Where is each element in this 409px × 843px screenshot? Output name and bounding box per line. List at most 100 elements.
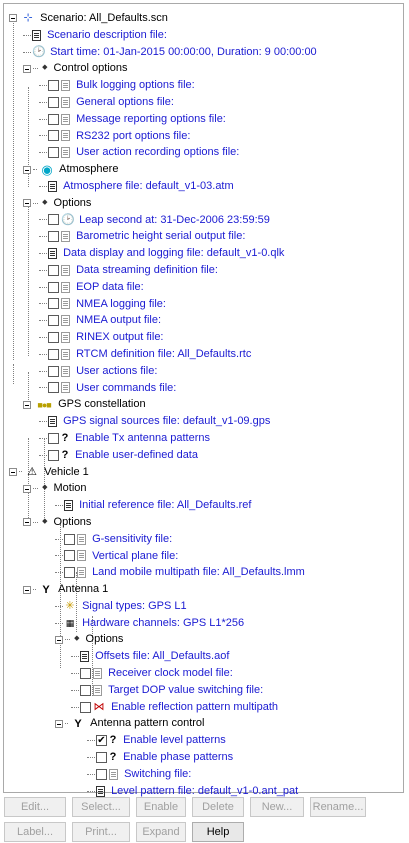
collapse-icon[interactable] [23,518,31,527]
tree-node-scenario[interactable]: ⊹ Scenario: All_Defaults.scn [9,10,403,27]
checkbox[interactable] [96,768,107,780]
tree-node-eop[interactable]: EOP data file: [9,279,403,296]
tree-node-message-reporting[interactable]: Message reporting options file: [9,111,403,128]
tree-node-rs232[interactable]: RS232 port options file: [9,128,403,145]
tree-node-rtcm[interactable]: RTCM definition file: All_Defaults.rtc [9,346,403,363]
checkbox[interactable] [48,382,59,394]
edit-button[interactable]: Edit... [4,797,66,817]
tree-node-bulk-logging[interactable]: Bulk logging options file: [9,77,403,94]
help-button[interactable]: Help [192,822,244,842]
tree-node-initial-reference[interactable]: Initial reference file: All_Defaults.ref [9,497,403,514]
collapse-icon[interactable] [23,199,31,208]
checkbox[interactable] [96,751,107,763]
warning-triangle-icon: ⚠ [27,465,37,478]
collapse-icon[interactable] [9,467,17,476]
checkbox[interactable] [80,701,91,713]
collapse-icon[interactable] [23,165,31,174]
print-button[interactable]: Print... [72,822,130,842]
collapse-icon[interactable] [23,400,31,409]
tree-node-control-options[interactable]: ◆ Control options [9,60,403,77]
tree-node-rinex[interactable]: RINEX output file: [9,329,403,346]
file-icon [48,248,57,260]
tree-node-barometric[interactable]: Barometric height serial output file: [9,228,403,245]
tree-node-g-sensitivity[interactable]: G-sensitivity file: [9,531,403,548]
tree-node-vehicle-options[interactable]: ◆ Options [9,514,403,531]
tree-node-antenna-pattern-control[interactable]: Y Antenna pattern control [9,715,403,732]
checkbox[interactable] [48,231,59,243]
checkbox[interactable] [48,432,59,444]
select-button[interactable]: Select... [72,797,130,817]
checkbox[interactable] [48,214,59,226]
tree-node-nmea-output[interactable]: NMEA output file: [9,312,403,329]
tree-node-user-actions[interactable]: User actions file: [9,363,403,380]
tree-node-gps-constellation[interactable]: ■●■ GPS constellation [9,396,403,413]
tree-node-target-dop[interactable]: Target DOP value switching file: [9,682,403,699]
tree-node-reflection-multipath[interactable]: ⋈ Enable reflection pattern multipath [9,699,403,716]
collapse-icon[interactable] [9,14,17,23]
tree-node-atmosphere[interactable]: ◉ Atmosphere [9,161,403,178]
collapse-icon[interactable] [23,484,31,493]
tree-node-scenario-description[interactable]: Scenario description file: [9,27,403,44]
collapse-icon[interactable] [23,64,31,73]
checkbox[interactable] [80,667,91,679]
tree-node-user-action-recording[interactable]: User action recording options file: [9,144,403,161]
checkbox[interactable] [64,533,75,545]
tree-node-signal-types[interactable]: ✳ Signal types: GPS L1 [9,598,403,615]
checkbox[interactable] [48,315,59,327]
tree-node-phase-patterns[interactable]: ? Enable phase patterns [9,749,403,766]
checkbox[interactable] [48,449,59,461]
delete-button[interactable]: Delete [192,797,244,817]
tree-node-tx-patterns[interactable]: ? Enable Tx antenna patterns [9,430,403,447]
checkbox[interactable] [48,348,59,360]
tree-node-antenna-options[interactable]: ◆ Options [9,631,403,648]
tree-node-start-time[interactable]: 🕑 Start time: 01-Jan-2015 00:00:00, Dura… [9,44,403,61]
file-icon [48,416,57,428]
checkbox[interactable] [48,281,59,293]
tree-node-level-patterns[interactable]: ✔? Enable level patterns [9,732,403,749]
tree-node-vertical-plane[interactable]: Vertical plane file: [9,548,403,565]
clock-icon: 🕑 [61,213,75,226]
tree-node-hardware-channels[interactable]: ▦ Hardware channels: GPS L1*256 [9,615,403,632]
label-button[interactable]: Label... [4,822,66,842]
checkbox[interactable] [48,298,59,310]
collapse-icon[interactable] [55,635,63,644]
tree-node-antenna[interactable]: Y Antenna 1 [9,581,403,598]
tree-node-user-defined-data[interactable]: ? Enable user-defined data [9,447,403,464]
tree-node-nmea-logging[interactable]: NMEA logging file: [9,296,403,313]
checkbox[interactable] [48,96,59,108]
checkbox[interactable] [48,147,59,159]
tree-node-data-streaming[interactable]: Data streaming definition file: [9,262,403,279]
checkbox[interactable] [48,264,59,276]
tree-node-options[interactable]: ◆ Options [9,195,403,212]
rename-button[interactable]: Rename... [310,797,366,817]
tree-node-data-display[interactable]: Data display and logging file: default_v… [9,245,403,262]
checkbox[interactable] [48,80,59,92]
new-button[interactable]: New... [250,797,304,817]
checkbox[interactable] [48,365,59,377]
checkbox[interactable] [64,567,75,579]
tree-node-leap-second[interactable]: 🕑 Leap second at: 31-Dec-2006 23:59:59 [9,212,403,229]
checkbox[interactable] [80,684,91,696]
scenario-tree-panel[interactable]: ⊹ Scenario: All_Defaults.scn Scenario de… [3,3,404,797]
tree-node-general-options[interactable]: General options file: [9,94,403,111]
checkbox-checked[interactable]: ✔ [96,735,107,747]
tree-node-land-mobile-multipath[interactable]: Land mobile multipath file: All_Defaults… [9,564,403,581]
checkbox[interactable] [48,113,59,125]
tree-node-receiver-clock[interactable]: Receiver clock model file: [9,665,403,682]
multipath-icon: ⋈ [93,701,105,714]
tree-node-gps-signal-sources[interactable]: GPS signal sources file: default_v1-09.g… [9,413,403,430]
checkbox[interactable] [48,332,59,344]
tree-node-vehicle[interactable]: ⚠ Vehicle 1 [9,464,403,481]
expand-button[interactable]: Expand [136,822,186,842]
tree-node-offsets[interactable]: Offsets file: All_Defaults.aof [9,648,403,665]
collapse-icon[interactable] [55,719,63,728]
enable-button[interactable]: Enable [136,797,186,817]
tree-node-user-commands[interactable]: User commands file: [9,380,403,397]
checkbox[interactable] [48,130,59,142]
tree-node-switching[interactable]: Switching file: [9,766,403,783]
signal-icon: ✳ [65,600,75,613]
tree-node-atmosphere-file[interactable]: Atmosphere file: default_v1-03.atm [9,178,403,195]
tree-node-motion[interactable]: ◆ Motion [9,480,403,497]
checkbox[interactable] [64,550,75,562]
collapse-icon[interactable] [23,585,31,594]
